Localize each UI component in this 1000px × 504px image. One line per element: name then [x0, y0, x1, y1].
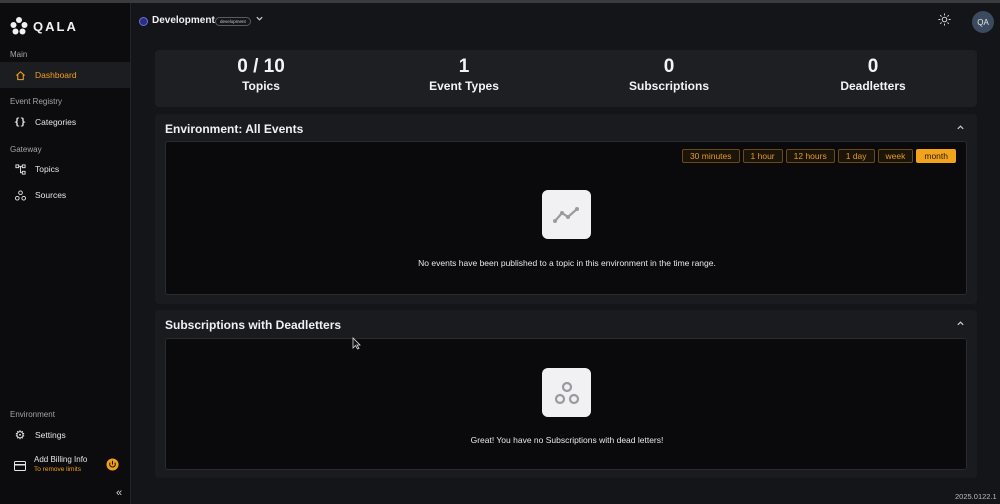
empty-events-illustration: [542, 190, 591, 239]
stat-label: Topics: [242, 79, 280, 93]
stat-label: Deadletters: [840, 79, 906, 93]
empty-deadletters-illustration: [542, 368, 591, 417]
stat-subscriptions: 0 Subscriptions: [589, 56, 749, 93]
app-version: 2025.0122.1: [955, 492, 997, 501]
range-1-hour[interactable]: 1 hour: [742, 149, 783, 163]
events-empty-message: No events have been published to a topic…: [418, 258, 716, 268]
sidebar-item-label: Dashboard: [35, 70, 77, 80]
stat-label: Subscriptions: [628, 79, 709, 93]
range-30-minutes[interactable]: 30 minutes: [681, 149, 740, 163]
stat-value: 0 / 10: [237, 56, 285, 77]
deadletters-area: Great! You have no Subscriptions with de…: [165, 338, 967, 470]
chevron-up-icon[interactable]: [956, 123, 965, 134]
credit-card-icon: [14, 458, 26, 476]
stat-value: 0: [867, 56, 879, 77]
sidebar-item-label: Settings: [35, 430, 66, 440]
deadletters-panel-title: Subscriptions with Deadletters: [165, 318, 342, 332]
collapse-sidebar-button[interactable]: «: [116, 487, 122, 499]
deadletters-panel: Subscriptions with Deadletters Great! Yo…: [155, 310, 977, 478]
events-panel-title: Environment: All Events: [165, 122, 304, 136]
events-chart-area: 30 minutes 1 hour 12 hours 1 day week mo…: [165, 141, 967, 295]
stats-card: 0 / 10 Topics 1 Event Types 0 Subscripti…: [155, 50, 977, 107]
line-chart-icon: [552, 206, 579, 223]
topics-hierarchy-icon: [14, 163, 26, 175]
range-12-hours[interactable]: 12 hours: [785, 149, 835, 163]
sun-icon[interactable]: [938, 13, 951, 31]
environment-status-dot: [139, 17, 148, 26]
gear-icon: ⚙: [14, 428, 26, 442]
sidebar-item-categories[interactable]: {} Categories: [0, 109, 130, 135]
double-chevron-left-icon: «: [116, 487, 123, 499]
sidebar-item-label: Sources: [35, 190, 67, 200]
chevron-up-icon[interactable]: [956, 319, 965, 330]
stat-topics: 0 / 10 Topics: [181, 56, 341, 93]
sidebar-item-dashboard[interactable]: Dashboard: [0, 62, 130, 88]
environment-badge: development: [215, 17, 251, 26]
webhook-icon: [554, 381, 579, 404]
stat-value: 0: [663, 56, 675, 77]
billing-subtitle: To remove limits: [34, 466, 81, 473]
deadletters-empty-message: Great! You have no Subscriptions with de…: [470, 435, 664, 445]
webhook-icon: [14, 189, 26, 201]
qala-logo-icon: [10, 17, 28, 35]
power-icon: [106, 458, 119, 476]
section-gateway: Gateway: [10, 145, 42, 154]
sidebar-item-topics[interactable]: Topics: [0, 156, 130, 182]
events-panel: Environment: All Events 30 minutes 1 hou…: [155, 114, 977, 304]
sidebar-item-settings[interactable]: ⚙ Settings: [0, 422, 130, 448]
stat-deadletters: 0 Deadletters: [793, 56, 953, 93]
sidebar-item-label: Categories: [35, 117, 77, 127]
home-icon: [14, 69, 26, 81]
logo-text: QALA: [33, 18, 78, 34]
environment-selector[interactable]: Development: [152, 15, 215, 26]
sidebar-item-label: Topics: [35, 164, 60, 174]
sidebar-item-sources[interactable]: Sources: [0, 182, 130, 208]
range-month[interactable]: month: [916, 149, 956, 163]
range-week[interactable]: week: [877, 149, 914, 163]
add-billing-info-button[interactable]: Add Billing Info To remove limits: [0, 451, 130, 479]
stat-value: 1: [458, 56, 470, 77]
section-event-registry: Event Registry: [10, 97, 63, 106]
stat-label: Event Types: [429, 79, 499, 93]
braces-icon: {}: [13, 116, 27, 128]
section-main: Main: [10, 50, 28, 59]
stat-event-types: 1 Event Types: [384, 56, 544, 93]
top-border: [0, 0, 1000, 3]
mouse-cursor-icon: [352, 337, 361, 350]
billing-title: Add Billing Info: [34, 455, 88, 464]
avatar[interactable]: QA: [972, 11, 994, 33]
sidebar: QALA Main Dashboard Event Registry {} Ca…: [0, 3, 131, 504]
range-1-day[interactable]: 1 day: [837, 149, 875, 163]
section-environment: Environment: [10, 410, 55, 419]
time-range-selector: 30 minutes 1 hour 12 hours 1 day week mo…: [681, 149, 956, 163]
chevron-down-icon[interactable]: [255, 14, 264, 25]
logo[interactable]: QALA: [9, 16, 78, 36]
